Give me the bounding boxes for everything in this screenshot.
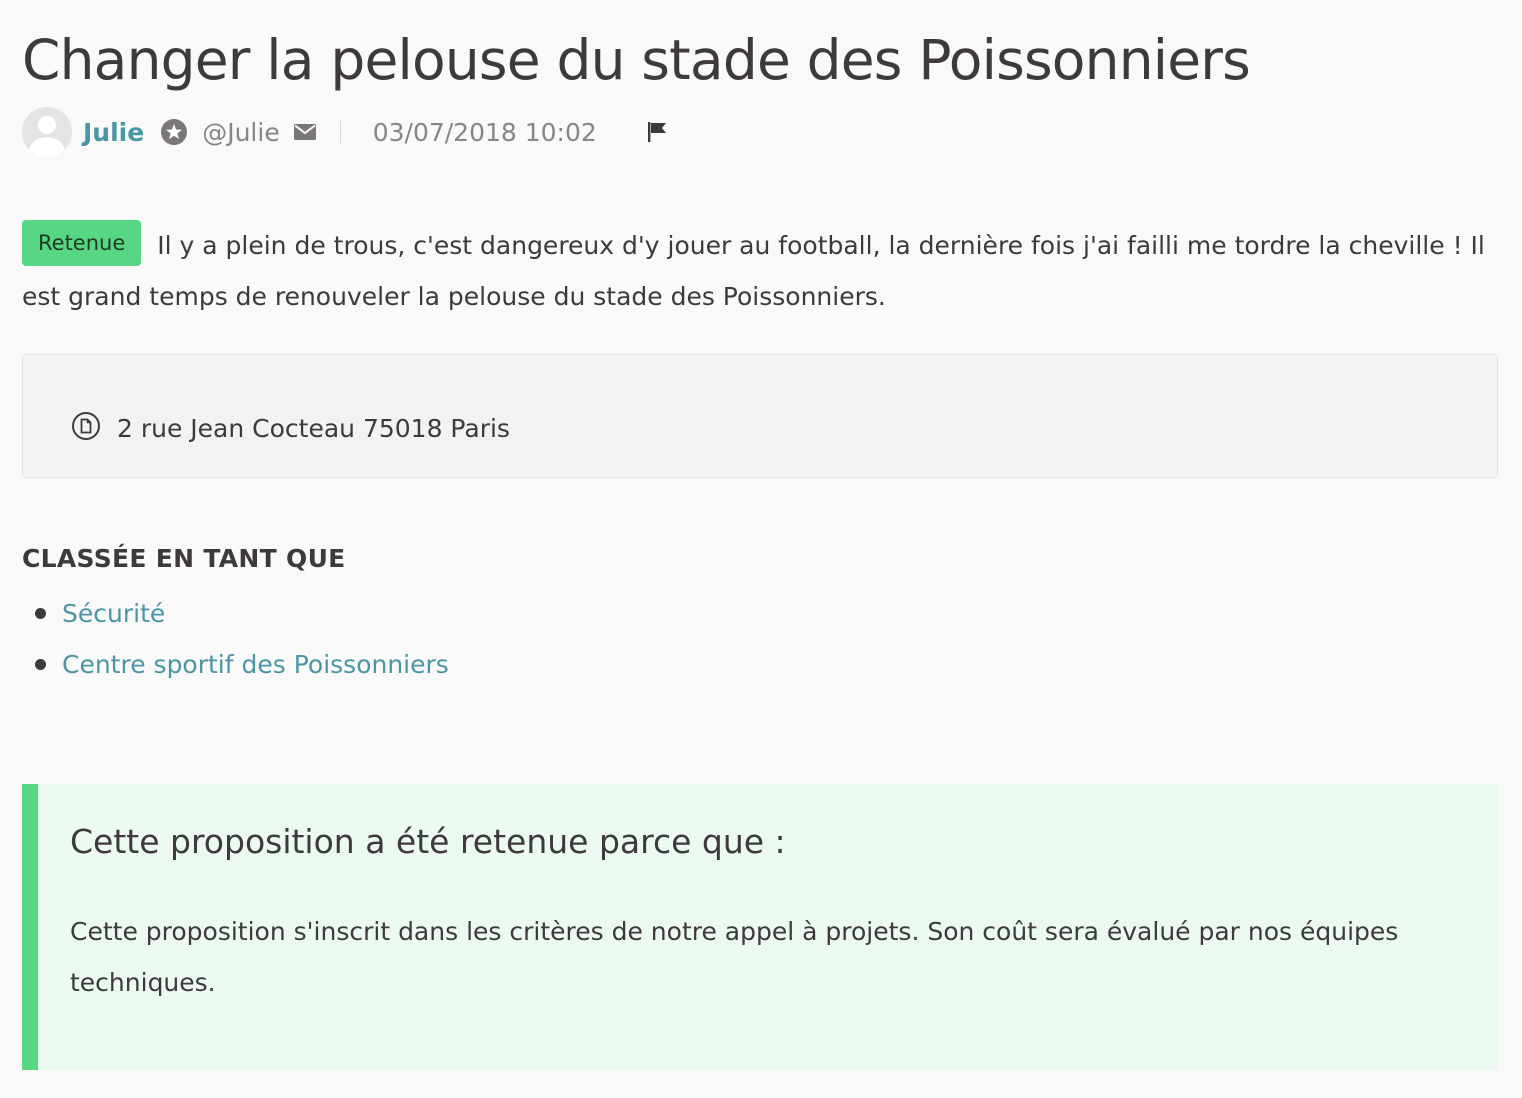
star-badge-icon [160, 118, 188, 146]
author-meta: Julie @Julie 03/07/2018 10:02 [22, 106, 669, 158]
list-item: Sécurité [22, 588, 449, 639]
bullet [35, 659, 46, 670]
envelope-icon[interactable] [293, 124, 316, 140]
categories-heading: CLASSÉE EN TANT QUE [22, 544, 346, 573]
document-circle-icon [71, 411, 101, 445]
proposal-body-text: Il y a plein de trous, c'est dangereux d… [22, 231, 1485, 311]
status-badge: Retenue [22, 220, 142, 266]
flag-icon[interactable] [647, 121, 669, 143]
address-box: 2 rue Jean Cocteau 75018 Paris [22, 354, 1498, 478]
bullet [35, 608, 46, 619]
category-link-securite[interactable]: Sécurité [62, 599, 165, 628]
page-title: Changer la pelouse du stade des Poissonn… [22, 28, 1251, 92]
author-nickname: @Julie [202, 117, 280, 147]
proposal-body: Retenue Il y a plein de trous, c'est dang… [22, 220, 1498, 322]
category-link-centre-sportif[interactable]: Centre sportif des Poissonniers [62, 650, 449, 679]
list-item: Centre sportif des Poissonniers [22, 639, 449, 690]
author-name-link[interactable]: Julie [83, 118, 144, 147]
meta-separator [339, 121, 341, 143]
address-text: 2 rue Jean Cocteau 75018 Paris [117, 413, 510, 443]
avatar[interactable] [22, 107, 72, 157]
answer-body: Cette proposition s'inscrit dans les cri… [70, 917, 1399, 997]
address-row: 2 rue Jean Cocteau 75018 Paris [71, 411, 510, 445]
answer-title: Cette proposition a été retenue parce qu… [70, 822, 786, 861]
publication-date: 03/07/2018 10:02 [372, 117, 597, 147]
categories-list: Sécurité Centre sportif des Poissonniers [22, 588, 449, 690]
official-answer: Cette proposition a été retenue parce qu… [22, 784, 1498, 1070]
